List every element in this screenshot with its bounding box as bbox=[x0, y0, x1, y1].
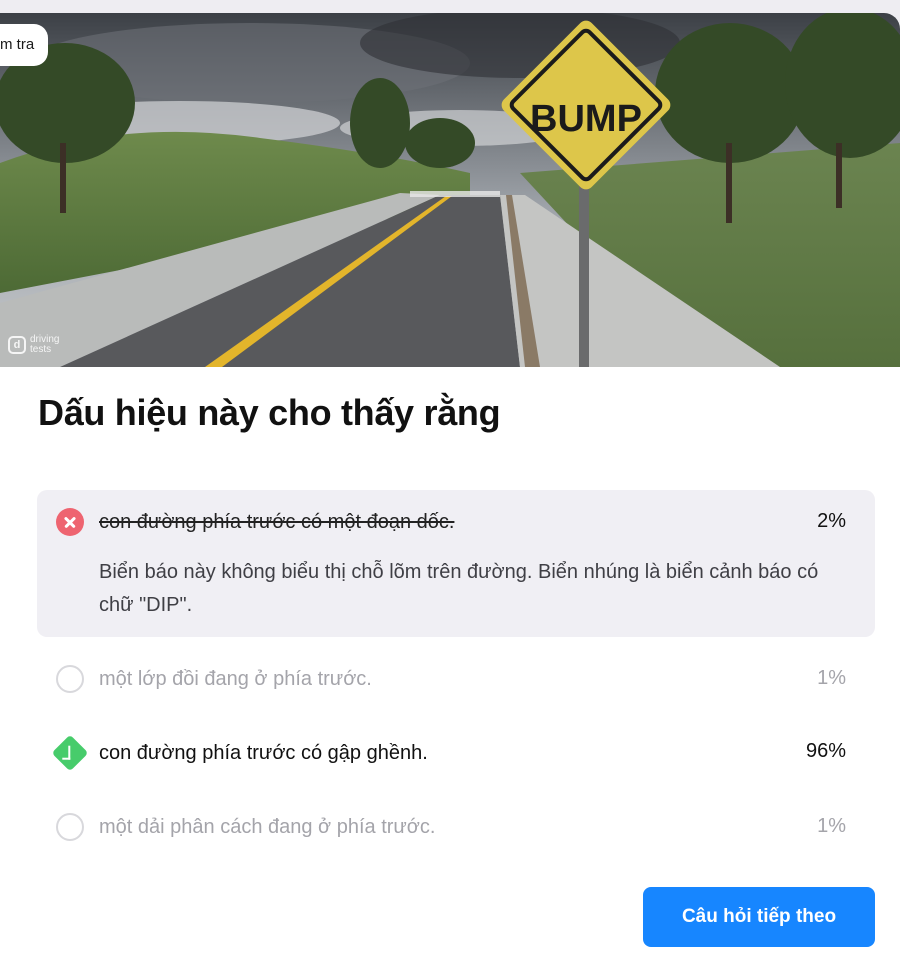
answer-option-text: con đường phía trước có một đoạn dốc. bbox=[99, 511, 455, 533]
answer-option-text: một lớp đồi đang ở phía trước. bbox=[99, 668, 372, 690]
answer-option-text: một dải phân cách đang ở phía trước. bbox=[99, 816, 436, 838]
watermark-logo-icon: d bbox=[8, 336, 26, 354]
question-title: Dấu hiệu này cho thấy rằng bbox=[38, 392, 501, 433]
watermark: d driving tests bbox=[8, 335, 70, 355]
next-question-button[interactable]: Câu hỏi tiếp theo bbox=[643, 887, 875, 947]
wrong-x-icon bbox=[56, 508, 84, 536]
question-image: BUMP m tra d driving tests bbox=[0, 13, 900, 367]
answer-percentage: 1% bbox=[817, 667, 846, 689]
test-tag: m tra bbox=[0, 24, 49, 66]
answer-percentage: 1% bbox=[817, 815, 846, 837]
answer-percentage: 2% bbox=[817, 510, 846, 532]
answer-option[interactable]: một lớp đồi đang ở phía trước. 1% bbox=[37, 665, 875, 695]
correct-check-icon bbox=[51, 734, 89, 772]
radio-circle-icon bbox=[56, 813, 84, 841]
watermark-text: driving tests bbox=[30, 334, 60, 355]
answer-option[interactable]: một dải phân cách đang ở phía trước. 1% bbox=[37, 813, 875, 843]
answer-percentage: 96% bbox=[805, 740, 846, 762]
answer-option-wrong[interactable]: con đường phía trước có một đoạn dốc. 2%… bbox=[37, 490, 875, 637]
answer-option-text: con đường phía trước có gập ghềnh. bbox=[99, 742, 428, 764]
answer-explanation: Biển báo này không biểu thị chỗ lõm trên… bbox=[99, 561, 819, 616]
radio-circle-icon bbox=[56, 665, 84, 693]
answer-option-correct[interactable]: con đường phía trước có gập ghềnh. 96% bbox=[37, 734, 875, 772]
test-tag-label: m tra bbox=[0, 36, 35, 53]
road-scene-illustration: BUMP bbox=[0, 13, 900, 367]
sign-text: BUMP bbox=[530, 98, 642, 140]
